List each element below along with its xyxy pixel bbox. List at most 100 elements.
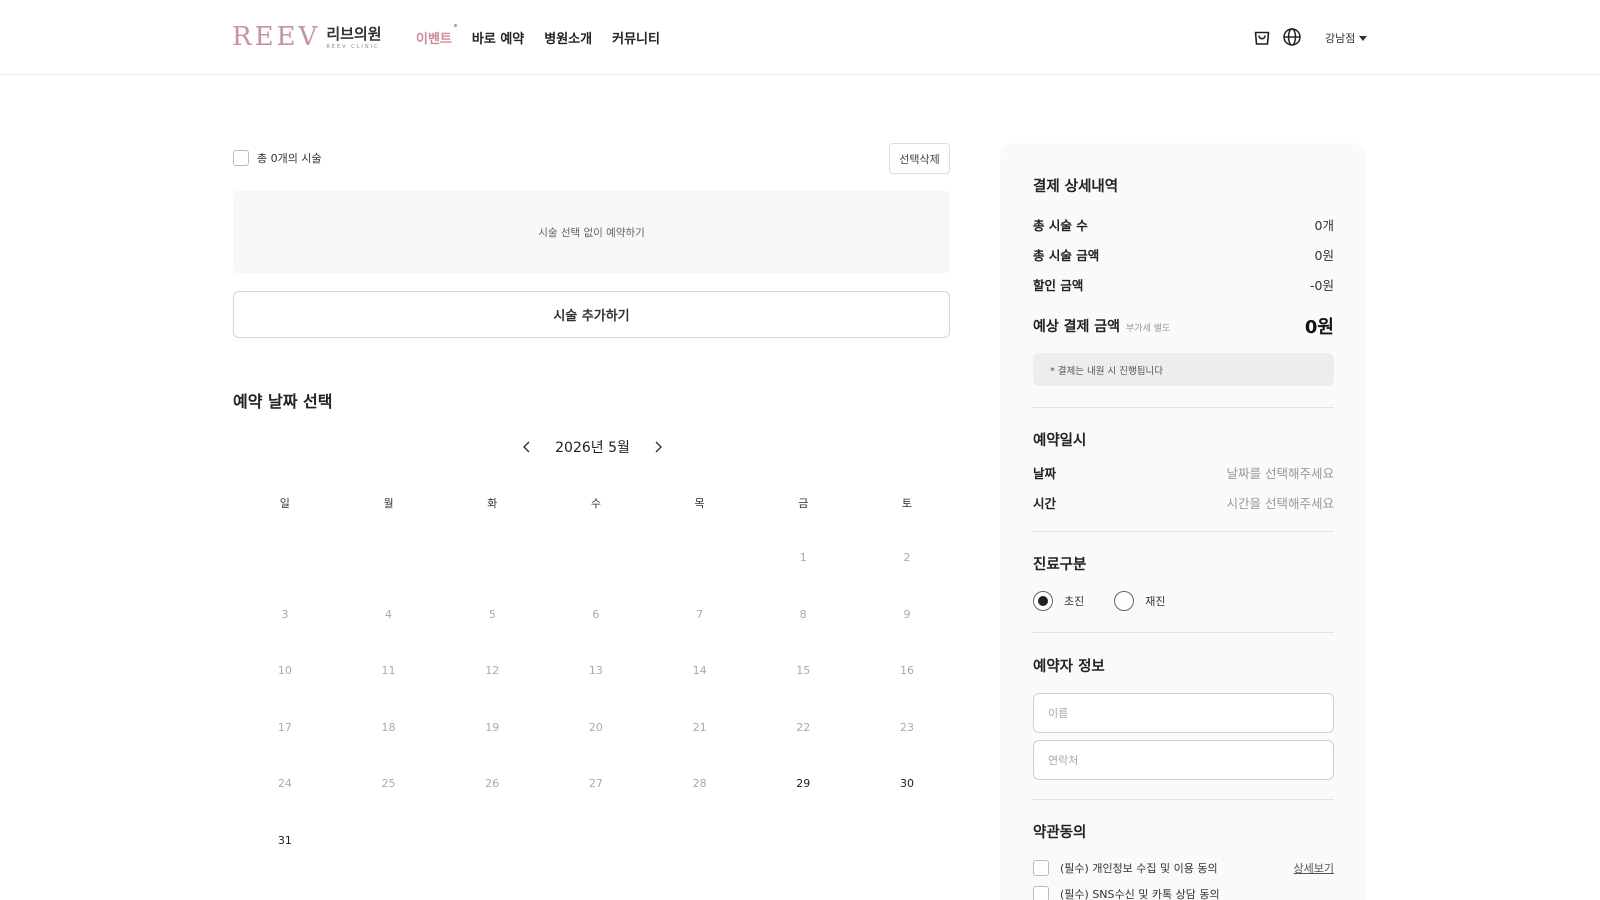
radio-first-visit[interactable] (1033, 591, 1053, 611)
calendar-empty-cell (233, 551, 337, 608)
select-all-checkbox[interactable] (233, 150, 249, 166)
total-amount-row: 총 시술 금액 0원 (1033, 245, 1334, 264)
weekday-label: 수 (590, 497, 601, 510)
logo-mark: REEV (232, 22, 321, 52)
delete-selected-button[interactable]: 선택삭제 (889, 143, 950, 174)
phone-input[interactable] (1033, 740, 1334, 780)
calendar-day: 26 (485, 777, 500, 790)
date-row[interactable]: 날짜 날짜를 선택해주세요 (1033, 463, 1334, 482)
calendar-week: 17 18 19 20 21 22 23 (233, 721, 959, 778)
date-section-title: 예약 날짜 선택 (233, 392, 333, 411)
calendar-day[interactable]: 29 (751, 777, 855, 834)
calendar-day: 18 (381, 720, 396, 734)
calendar-day: 17 (277, 720, 292, 734)
calendar-grid: 1 2 3 4 5 6 7 8 9 10 11 12 13 14 15 16 17 18 19 20 21 22 23 24 2… (233, 551, 959, 890)
expected-amount-row: 예상 결제 금액 부가세 별도 0원 (1033, 313, 1334, 339)
calendar-day: 24 (277, 777, 292, 790)
time-row[interactable]: 시간 시간을 선택해주세요 (1033, 493, 1334, 512)
sns-checkbox[interactable] (1033, 886, 1049, 900)
calendar-day[interactable]: 31 (233, 834, 337, 891)
calendar-day: 5 (488, 607, 496, 621)
select-all-label: 총 0개의 시술 (257, 152, 322, 165)
calendar-week: 3 4 5 6 7 8 9 (233, 608, 959, 665)
terms-item-privacy: (필수) 개인정보 수집 및 이용 동의 상세보기 (1033, 860, 1334, 876)
nav-item-community[interactable]: 커뮤니티 (612, 28, 660, 47)
calendar-empty-cell (855, 834, 959, 891)
total-count-value: 0개 (1314, 218, 1334, 233)
calendar-week: 12 (233, 551, 959, 608)
calendar-day[interactable]: 30 (855, 777, 959, 834)
visit-type-options: 초진 재진 (1033, 591, 1196, 611)
divider (1033, 531, 1334, 532)
total-amount-value: 0원 (1314, 248, 1334, 263)
visit-type-title: 진료구분 (1033, 557, 1087, 573)
vat-note: 부가세 별도 (1126, 324, 1171, 334)
calendar-day: 8 (799, 607, 807, 621)
payment-note: * 결제는 내원 시 진행됩니다 (1033, 353, 1334, 386)
calendar-day: 25 (381, 777, 396, 790)
terms-item-sns: (필수) SNS수신 및 카톡 상담 동의 (1033, 886, 1334, 900)
nav-item-booking[interactable]: 바로 예약 (472, 28, 524, 47)
calendar-empty-cell (440, 834, 544, 891)
expected-amount-value: 0원 (1304, 317, 1334, 338)
caret-down-icon (1359, 35, 1368, 41)
add-treatment-button[interactable]: 시술 추가하기 (233, 291, 950, 338)
name-input[interactable] (1033, 693, 1334, 733)
nav-item-event[interactable]: 이벤트 (416, 24, 457, 47)
calendar-day: 4 (385, 607, 393, 621)
time-placeholder: 시간을 선택해주세요 (1226, 496, 1334, 511)
next-month-icon[interactable] (651, 440, 665, 454)
calendar-empty-cell (337, 551, 441, 608)
calendar-empty-cell (337, 834, 441, 891)
weekday-header: 일월화수목금토 (233, 495, 959, 523)
calendar-empty-cell (648, 834, 752, 891)
main-nav: 이벤트 바로 예약 병원소개 커뮤니티 (416, 24, 660, 47)
calendar-day: 1 (799, 551, 807, 564)
weekday-label: 금 (798, 497, 809, 510)
weekday-label: 월 (383, 497, 394, 510)
calendar-day: 28 (692, 777, 707, 790)
reservation-title: 예약일시 (1033, 433, 1087, 449)
weekday-label: 일 (279, 497, 290, 510)
calendar-day: 11 (381, 664, 396, 677)
no-treatment-box[interactable]: 시술 선택 없이 예약하기 (233, 191, 950, 273)
new-dot (453, 24, 457, 27)
globe-icon[interactable] (1282, 27, 1302, 47)
calendar-week: 24 25 26 27 28 29 30 (233, 777, 959, 834)
calendar-day: 12 (485, 664, 500, 677)
shopping-bag-icon[interactable] (1252, 27, 1272, 47)
booker-title: 예약자 정보 (1033, 659, 1105, 675)
summary-panel: 결제 상세내역 총 시술 수 0개 총 시술 금액 0원 할인 금액 -0원 예… (1000, 143, 1367, 900)
prev-month-icon[interactable] (520, 440, 534, 454)
logo[interactable]: REEV 리브의원 REEV CLINIC (232, 24, 382, 50)
calendar-day: 7 (696, 607, 704, 621)
calendar-day: 19 (485, 720, 500, 734)
weekday-label: 토 (901, 497, 913, 510)
calendar-day: 15 (796, 664, 811, 677)
calendar-day: 21 (692, 720, 707, 734)
calendar-empty-cell (544, 834, 648, 891)
privacy-detail-link[interactable]: 상세보기 (1294, 860, 1334, 876)
date-placeholder: 날짜를 선택해주세요 (1226, 466, 1334, 481)
calendar-day: 10 (277, 664, 292, 677)
calendar: 일월화수목금토 1 2 3 4 5 6 7 8 9 10 11 12 13 14 15 16 17 18 19 20 2… (233, 495, 959, 890)
calendar-week: 10 11 12 13 14 15 16 (233, 664, 959, 721)
total-count-row: 총 시술 수 0개 (1033, 215, 1334, 234)
terms-title: 약관동의 (1033, 825, 1087, 841)
divider (1033, 407, 1334, 408)
divider (1033, 632, 1334, 633)
radio-revisit[interactable] (1114, 591, 1135, 611)
calendar-day: 22 (796, 720, 811, 734)
weekday-label: 목 (694, 497, 705, 510)
branch-selector[interactable]: 강남점 (1325, 30, 1368, 46)
discount-value: -0원 (1310, 278, 1334, 293)
nav-item-about[interactable]: 병원소개 (544, 28, 592, 47)
logo-korean: 리브의원 (326, 25, 382, 43)
month-navigation: 2026년 5월 (520, 437, 665, 457)
month-label: 2026년 5월 (555, 440, 630, 456)
calendar-day: 2 (903, 551, 911, 564)
select-all: 총 0개의 시술 (233, 150, 322, 166)
discount-row: 할인 금액 -0원 (1033, 275, 1334, 294)
calendar-empty-cell (648, 551, 752, 608)
privacy-checkbox[interactable] (1033, 860, 1049, 876)
